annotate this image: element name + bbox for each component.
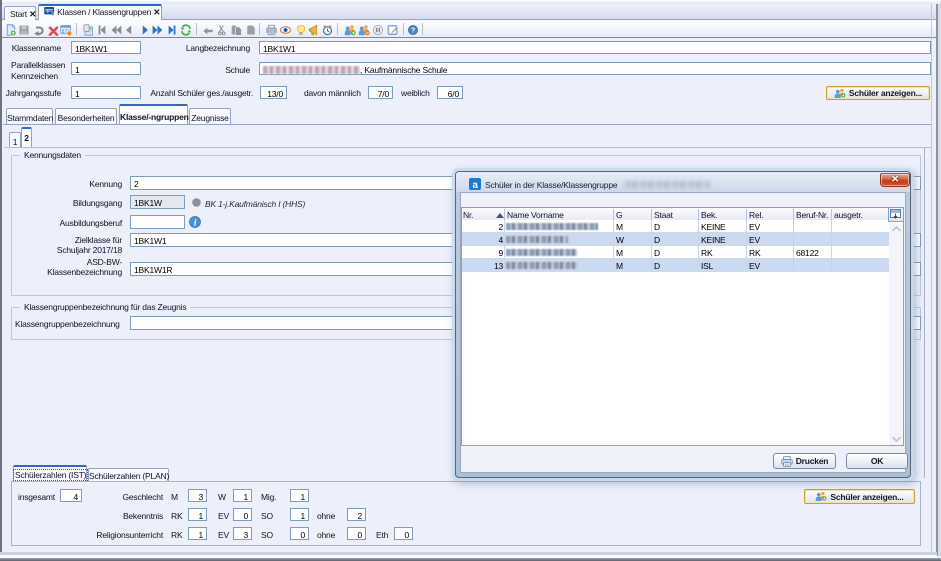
- svg-text:?: ?: [410, 27, 414, 34]
- svg-text:a: a: [472, 180, 478, 190]
